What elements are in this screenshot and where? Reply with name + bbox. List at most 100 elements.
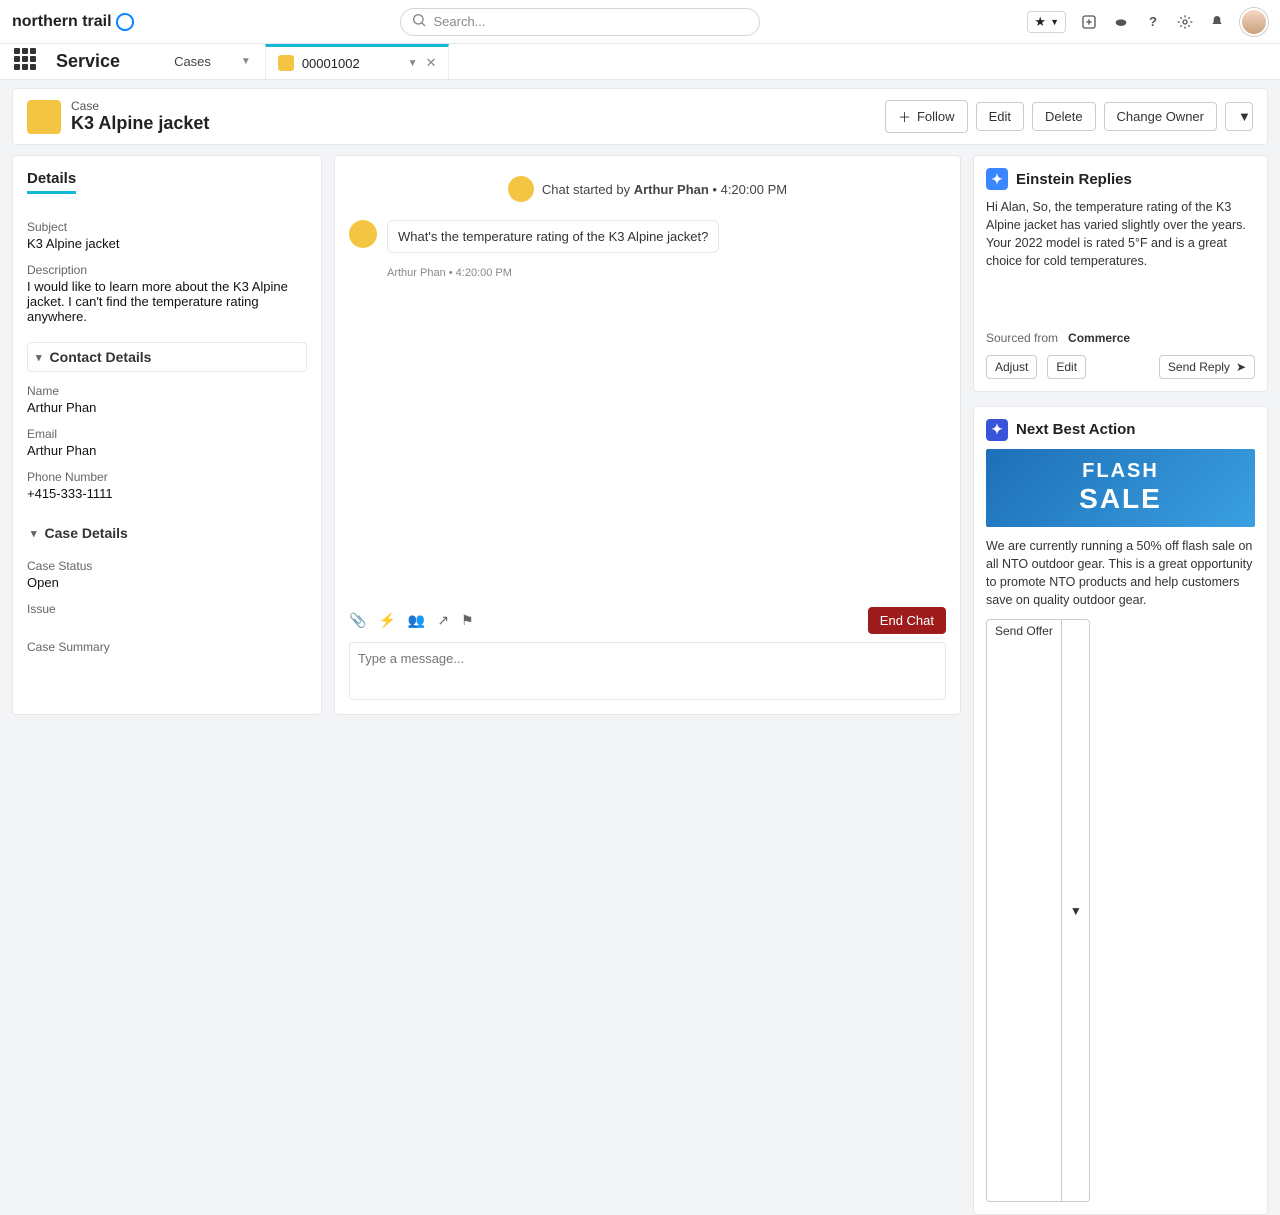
case-icon — [278, 55, 294, 71]
chevron-down-icon: ▼ — [1050, 17, 1059, 27]
einstein-icon: ✦ — [986, 168, 1008, 190]
details-panel: Details Subject K3 Alpine jacket Descrip… — [12, 155, 322, 715]
end-chat-button[interactable]: End Chat — [868, 607, 946, 634]
send-icon: ➤ — [1236, 360, 1246, 374]
einstein-reply-text: Hi Alan, So, the temperature rating of t… — [986, 198, 1255, 271]
main-layout: Details Subject K3 Alpine jacket Descrip… — [0, 145, 1280, 728]
section-label: Case Details — [45, 525, 128, 541]
nav-object-cases[interactable]: Cases ▼ — [160, 44, 265, 79]
search-icon — [411, 12, 427, 31]
section-label: Contact Details — [50, 349, 152, 365]
phone-label: Phone Number — [27, 470, 307, 484]
email-label: Email — [27, 427, 307, 441]
subject-value: K3 Alpine jacket — [27, 236, 307, 251]
chevron-down-icon: ▼ — [241, 56, 251, 67]
star-icon: ★ — [1034, 14, 1046, 30]
gear-icon[interactable] — [1176, 13, 1194, 31]
logo-text: northern trail — [12, 13, 112, 31]
name-label: Name — [27, 384, 307, 398]
plus-icon: ＋ — [898, 107, 911, 126]
flash-sale-banner: FLASH SALE — [986, 449, 1255, 527]
flag-icon[interactable]: ⚑ — [461, 612, 474, 629]
case-status-label: Case Status — [27, 559, 307, 573]
chat-panel: Chat started by Arthur Phan • 4:20:00 PM… — [334, 155, 961, 715]
avatar — [349, 220, 377, 248]
app-launcher-icon[interactable] — [14, 48, 42, 76]
record-title: K3 Alpine jacket — [71, 113, 209, 134]
bell-icon[interactable] — [1208, 13, 1226, 31]
chat-start-time: • 4:20:00 PM — [709, 182, 787, 197]
chevron-down-icon[interactable]: ▼ — [408, 58, 418, 69]
salesforce-icon[interactable] — [1112, 13, 1130, 31]
send-offer-button[interactable]: Send Offer — [986, 619, 1062, 1202]
logo: northern trail — [12, 13, 134, 31]
transfer-icon[interactable]: ↗ — [437, 612, 449, 629]
logo-icon — [116, 13, 134, 31]
nba-title: Next Best Action — [1016, 421, 1135, 438]
send-offer-menu[interactable]: ▼ — [1062, 619, 1090, 1202]
case-details-section[interactable]: ▾ Case Details — [27, 519, 307, 547]
chat-message: What's the temperature rating of the K3 … — [349, 220, 946, 253]
description-value: I would like to learn more about the K3 … — [27, 279, 307, 324]
nba-body: We are currently running a 50% off flash… — [986, 537, 1255, 610]
more-actions-button[interactable]: ▼ — [1225, 102, 1253, 131]
record-type: Case — [71, 99, 209, 113]
search-placeholder: Search... — [433, 14, 485, 29]
tab-label: 00001002 — [302, 56, 360, 71]
flash-line1: FLASH — [1082, 460, 1159, 483]
people-icon[interactable]: 👥 — [408, 612, 425, 629]
case-icon — [27, 100, 61, 134]
sourced-label: Sourced from — [986, 331, 1058, 345]
search-container: Search... — [134, 8, 1028, 36]
compose-input[interactable] — [349, 642, 946, 700]
quick-text-icon[interactable]: ⚡ — [378, 612, 395, 629]
avatar — [508, 176, 534, 202]
nba-icon: ✦ — [986, 419, 1008, 441]
phone-value: +415-333-1111 — [27, 486, 307, 501]
issue-label: Issue — [27, 602, 307, 616]
einstein-title: Einstein Replies — [1016, 171, 1132, 188]
user-avatar[interactable] — [1240, 8, 1268, 36]
record-header: Case K3 Alpine jacket ＋Follow Edit Delet… — [12, 88, 1268, 145]
next-best-action-panel: ✦ Next Best Action FLASH SALE We are cur… — [973, 406, 1268, 1215]
chat-toolbar: 📎 ⚡ 👥 ↗ ⚑ End Chat — [349, 607, 946, 634]
help-icon[interactable]: ? — [1144, 13, 1162, 31]
record-actions: ＋Follow Edit Delete Change Owner ▼ — [885, 100, 1253, 133]
contact-details-section[interactable]: ▾ Contact Details — [27, 342, 307, 372]
app-name: Service — [56, 51, 120, 72]
case-summary-label: Case Summary — [27, 640, 307, 654]
send-reply-button[interactable]: Send Reply➤ — [1159, 355, 1255, 379]
global-search[interactable]: Search... — [400, 8, 760, 36]
einstein-replies-panel: ✦ Einstein Replies Hi Alan, So, the temp… — [973, 155, 1268, 392]
flash-line2: SALE — [1079, 483, 1162, 515]
message-meta: Arthur Phan • 4:20:00 PM — [387, 267, 946, 279]
sourced-value: Commerce — [1068, 331, 1130, 345]
name-value: Arthur Phan — [27, 400, 307, 415]
follow-button[interactable]: ＋Follow — [885, 100, 968, 133]
header-actions: ★ ▼ ? — [1027, 8, 1268, 36]
description-label: Description — [27, 263, 307, 277]
global-header: northern trail Search... ★ ▼ ? — [0, 0, 1280, 44]
chevron-down-icon: ▾ — [31, 527, 37, 540]
favorites-button[interactable]: ★ ▼ — [1027, 11, 1066, 33]
edit-reply-button[interactable]: Edit — [1047, 355, 1086, 379]
delete-button[interactable]: Delete — [1032, 102, 1096, 131]
subject-label: Subject — [27, 220, 307, 234]
workspace-tab[interactable]: 00001002 ▼ ✕ — [265, 44, 450, 79]
close-icon[interactable]: ✕ — [426, 55, 437, 71]
chat-start-banner: Chat started by Arthur Phan • 4:20:00 PM — [349, 176, 946, 202]
change-owner-button[interactable]: Change Owner — [1104, 102, 1217, 131]
app-nav: Service Cases ▼ 00001002 ▼ ✕ — [0, 44, 1280, 80]
tab-details[interactable]: Details — [27, 170, 76, 194]
chat-start-name: Arthur Phan — [634, 182, 709, 197]
case-status-value: Open — [27, 575, 307, 590]
message-bubble: What's the temperature rating of the K3 … — [387, 220, 719, 253]
adjust-button[interactable]: Adjust — [986, 355, 1037, 379]
nav-object-label: Cases — [174, 54, 211, 69]
attach-icon[interactable]: 📎 — [349, 612, 366, 629]
email-value: Arthur Phan — [27, 443, 307, 458]
chevron-down-icon: ▾ — [36, 351, 42, 364]
chat-start-prefix: Chat started by — [542, 182, 634, 197]
add-icon[interactable] — [1080, 13, 1098, 31]
edit-button[interactable]: Edit — [976, 102, 1024, 131]
